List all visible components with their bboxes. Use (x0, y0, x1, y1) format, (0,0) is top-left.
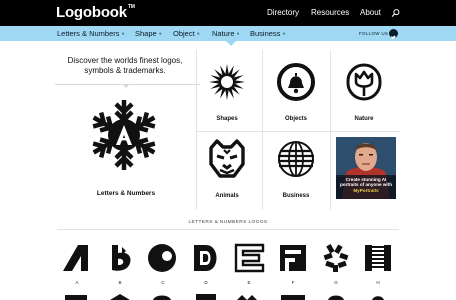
category-letters-numbers[interactable]: Letters & Numbers ● (57, 29, 125, 38)
plus-icon: ● (236, 31, 240, 37)
promo-copy: Create stunning AI portraits of anyone w… (339, 177, 393, 188)
section-divider (57, 229, 399, 230)
category-label: Business (250, 29, 281, 38)
logo-b[interactable] (104, 243, 136, 273)
twitter-icon (391, 35, 396, 40)
myportraits-ad[interactable]: Create stunning AI portraits of anyone w… (336, 137, 396, 199)
nav-about-link[interactable]: About (360, 8, 381, 17)
category-nature[interactable]: Nature ● (212, 29, 240, 38)
hero-feature-label[interactable]: Letters & Numbers (66, 190, 186, 197)
bell-icon[interactable] (276, 62, 316, 102)
logobook-logo[interactable]: LogobookTM (56, 4, 135, 21)
tile-label-shapes[interactable]: Shapes (197, 116, 257, 122)
logo-e[interactable] (233, 243, 265, 273)
grid-divider (196, 50, 197, 210)
category-business[interactable]: Business ● (250, 29, 285, 38)
tile-label-business[interactable]: Business (266, 193, 326, 199)
category-bar-pointer (226, 41, 236, 46)
twitter-button[interactable] (389, 29, 398, 40)
letter-label-b: B (118, 280, 122, 285)
letter-label-f: F (291, 280, 295, 285)
promo-text: Create stunning AI portraits of anyone w… (336, 177, 396, 193)
globe-icon[interactable] (276, 139, 316, 179)
letter-label-c: C (161, 280, 165, 285)
logo-row2-item[interactable] (61, 292, 93, 300)
logo-row2-item[interactable] (277, 292, 309, 300)
follow-us-label: FOLLOW US (359, 31, 389, 36)
logo-row2-item[interactable] (147, 292, 179, 300)
nav-directory-link[interactable]: Directory (267, 8, 299, 17)
snowflake-a-logo[interactable] (86, 98, 162, 172)
section-title: LETTERS & NUMBERS LOGOS (188, 220, 268, 225)
hero-tagline: Discover the worlds finest logos, symbol… (67, 56, 183, 75)
logo-c[interactable] (147, 243, 179, 273)
logo-d[interactable] (190, 243, 222, 273)
search-icon[interactable] (391, 8, 400, 18)
letter-label-h: H (376, 280, 380, 285)
trademark-mark: TM (127, 4, 135, 10)
logo-row2-item[interactable] (190, 292, 222, 300)
logo-a[interactable] (61, 243, 93, 273)
logo-row2-item[interactable] (233, 292, 265, 300)
plus-icon: ● (121, 31, 125, 37)
tile-label-nature[interactable]: Nature (334, 116, 394, 122)
brand-name: Logobook (56, 4, 127, 21)
grid-divider (196, 131, 400, 132)
logo-g[interactable] (320, 243, 352, 273)
letter-label-a: A (75, 280, 79, 285)
tile-label-animals[interactable]: Animals (197, 193, 257, 199)
tile-label-objects[interactable]: Objects (266, 116, 326, 122)
logo-row2-item[interactable] (104, 292, 136, 300)
logo-f[interactable] (277, 243, 309, 273)
category-label: Letters & Numbers (57, 29, 120, 38)
tiger-icon[interactable] (206, 138, 248, 180)
category-label: Shape (135, 29, 157, 38)
category-object[interactable]: Object ● (173, 29, 200, 38)
plus-icon: ● (196, 31, 200, 37)
nav-resources-link[interactable]: Resources (311, 8, 349, 17)
tulip-icon[interactable] (344, 62, 384, 102)
letter-label-e: E (247, 280, 251, 285)
plus-icon: ● (158, 31, 162, 37)
grid-divider (262, 50, 263, 210)
letter-label-d: D (204, 280, 208, 285)
promo-brand: MyPortraits (353, 187, 379, 193)
category-shape[interactable]: Shape ● (135, 29, 162, 38)
logo-h[interactable] (362, 243, 394, 273)
plus-icon: ● (282, 31, 286, 37)
hero-divider-pointer (122, 84, 130, 88)
category-bar: Letters & Numbers ● Shape ● Object ● Nature… (0, 26, 456, 41)
sunburst-icon[interactable] (207, 62, 247, 102)
grid-divider (330, 50, 331, 210)
letter-label-g: G (334, 280, 338, 285)
top-navigation-bar: LogobookTM Directory Resources About (0, 0, 456, 26)
category-label: Nature (212, 29, 235, 38)
logo-row2-item[interactable] (362, 292, 394, 300)
logo-row2-item[interactable] (320, 292, 352, 300)
category-label: Object (173, 29, 195, 38)
